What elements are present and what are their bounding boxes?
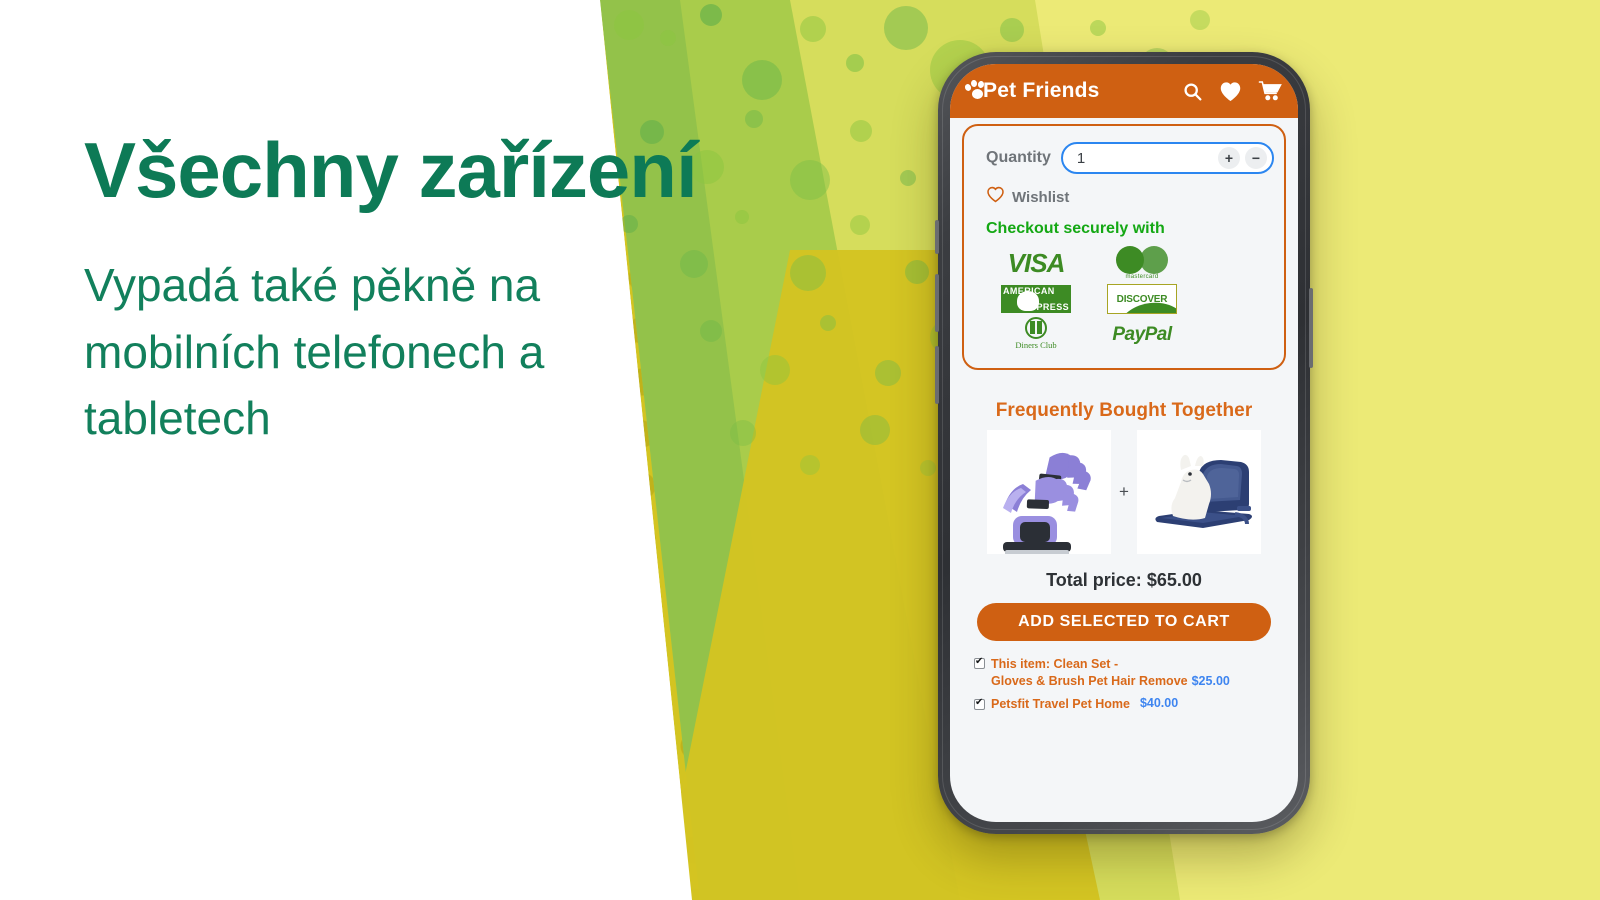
quantity-row: Quantity 1 + −: [974, 140, 1274, 174]
bubble: [846, 54, 864, 72]
bubble: [700, 4, 722, 26]
visa-icon: VISA: [1007, 247, 1066, 278]
bubble: [1000, 18, 1024, 42]
cart-icon[interactable]: [1258, 80, 1282, 102]
fbt-images: +: [968, 430, 1280, 554]
page-subtitle: Vypadá také pěkně na mobilních telefonec…: [84, 258, 545, 445]
phone-power-button: [1309, 288, 1313, 368]
purchase-info-card: Quantity 1 + − Wishlist Checkout securel…: [962, 124, 1286, 370]
payment-methods: VISA mastercard AMERICANPRESS: [974, 238, 1274, 352]
bubble: [760, 355, 790, 385]
bundle-item-checkbox[interactable]: [974, 656, 985, 669]
add-selected-to-cart-button[interactable]: ADD SELECTED TO CART: [977, 603, 1271, 641]
bundle-item-price: $25.00: [1191, 674, 1230, 688]
bubble: [884, 6, 928, 50]
bubble: [860, 415, 890, 445]
header-actions: [1182, 80, 1282, 102]
bundle-item-name: Gloves & Brush Pet Hair Remove: [991, 674, 1188, 688]
phone-volume-up-button: [935, 274, 939, 332]
bubble: [735, 210, 749, 224]
bubble: [742, 60, 782, 100]
bubble: [1190, 10, 1210, 30]
bubble: [730, 420, 756, 446]
mastercard-icon: mastercard: [1116, 246, 1168, 280]
checkout-securely-title: Checkout securely with: [986, 220, 1165, 237]
bubble: [1090, 20, 1106, 36]
bubble: [850, 120, 872, 142]
bubble: [920, 460, 936, 476]
bubble: [745, 110, 763, 128]
brand-logo[interactable]: Pet Friends: [963, 79, 1100, 103]
fbt-plus-sign: +: [1119, 482, 1129, 501]
bubble: [850, 215, 870, 235]
amex-icon: AMERICANPRESS: [1001, 282, 1071, 316]
quantity-stepper[interactable]: 1 + −: [1060, 142, 1274, 174]
wishlist-button[interactable]: Wishlist: [974, 174, 1274, 208]
discover-icon: DISCOVER: [1107, 282, 1177, 316]
bundle-item-checkbox[interactable]: [974, 697, 985, 711]
quantity-decrement-button[interactable]: −: [1245, 147, 1267, 169]
quantity-label: Quantity: [986, 149, 1051, 166]
app-header: Pet Friends: [950, 64, 1298, 118]
paw-icon: [963, 79, 990, 102]
bubble: [700, 320, 722, 342]
diners-club-icon: Diners Club: [1005, 317, 1067, 352]
bubble: [660, 30, 676, 46]
bundle-item-price: $40.00: [1139, 696, 1179, 711]
bubble: [790, 160, 830, 200]
bubble: [820, 315, 836, 331]
promo-copy: Všechny zařízení Vypadá také pěkně na mo…: [84, 126, 698, 452]
list-item[interactable]: Petsfit Travel Pet Home $40.00: [974, 696, 1276, 712]
paypal-icon: PayPal: [1112, 324, 1172, 345]
product-image-travel-carrier[interactable]: [1136, 430, 1261, 554]
total-price-label: Total price:: [1046, 570, 1142, 590]
bubble: [875, 360, 901, 386]
product-image-gloves-brush[interactable]: [987, 430, 1112, 554]
list-item[interactable]: This item: Clean Set - Gloves & Brush Pe…: [974, 655, 1276, 689]
page-title: Všechny zařízení: [84, 126, 698, 214]
search-icon[interactable]: [1182, 81, 1203, 102]
frequently-bought-together-section: Frequently Bought Together + Total price…: [962, 370, 1286, 713]
bubble: [614, 10, 644, 40]
brand-name: Pet Friends: [983, 79, 1100, 102]
phone-screen: Pet Friends Quantity 1 + − Wishlist Chec…: [950, 64, 1298, 822]
phone-frame: Pet Friends Quantity 1 + − Wishlist Chec…: [935, 52, 1313, 834]
bubble: [905, 260, 929, 284]
bubble: [800, 455, 820, 475]
fbt-title: Frequently Bought Together: [995, 400, 1253, 421]
heart-icon[interactable]: [1219, 81, 1242, 102]
bundle-items-list: This item: Clean Set - Gloves & Brush Pe…: [968, 641, 1280, 713]
quantity-increment-button[interactable]: +: [1218, 147, 1240, 169]
total-price-value: $65.00: [1146, 570, 1202, 590]
heart-outline-icon: [986, 186, 1005, 208]
total-price-line: Total price: $65.00: [968, 570, 1280, 591]
bubble: [790, 255, 826, 291]
quantity-input[interactable]: 1: [1077, 150, 1085, 167]
phone-volume-down-button: [935, 346, 939, 404]
bubble: [680, 250, 708, 278]
product-page-body: Quantity 1 + − Wishlist Checkout securel…: [950, 118, 1298, 713]
bubble: [900, 170, 916, 186]
bundle-item-name: Petsfit Travel Pet Home: [991, 697, 1130, 712]
bundle-item-prefix: This item: Clean Set -: [991, 657, 1119, 671]
phone-mockup: Pet Friends Quantity 1 + − Wishlist Chec…: [935, 52, 1313, 834]
bubble: [800, 16, 826, 42]
phone-mute-button: [935, 220, 939, 254]
wishlist-label: Wishlist: [1012, 188, 1070, 206]
